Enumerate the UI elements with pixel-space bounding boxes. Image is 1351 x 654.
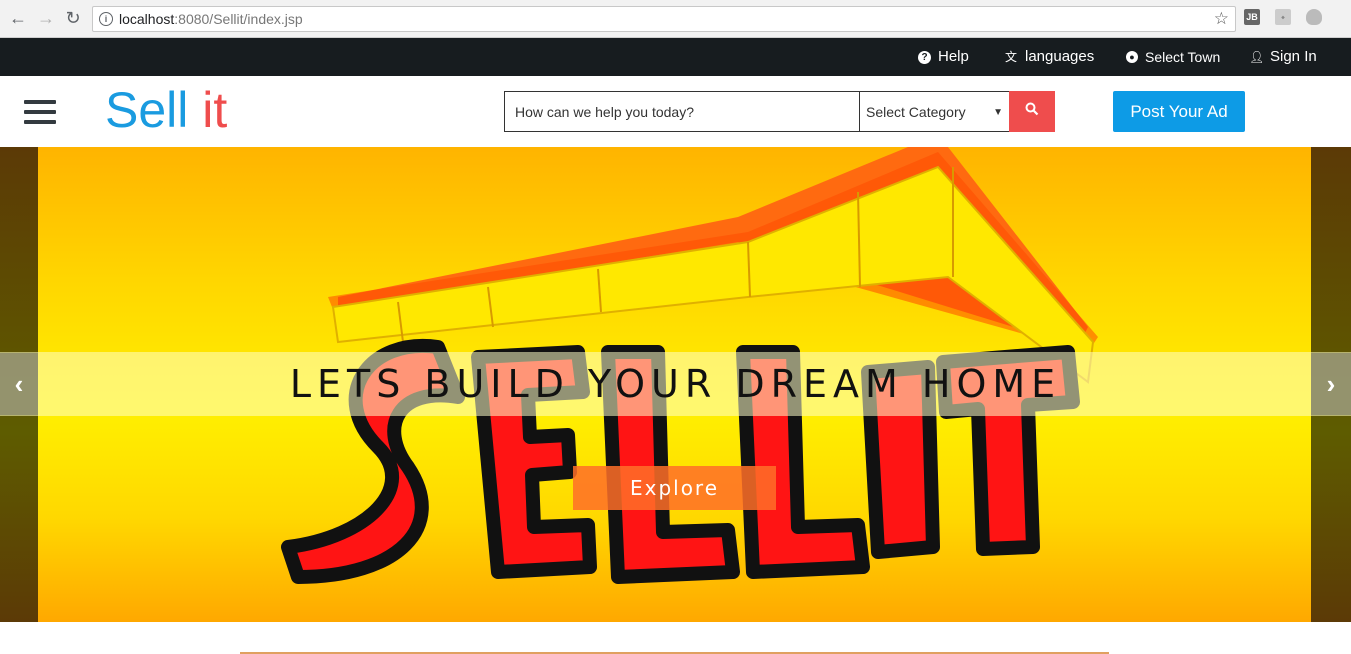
jetbrains-extension-icon[interactable]: JB xyxy=(1244,9,1260,25)
carousel-caption: LETS BUILD YOUR DREAM HOME xyxy=(289,362,1062,406)
site-header: Sell it Select Category ▼ Post Your Ad xyxy=(0,76,1351,147)
search-button[interactable] xyxy=(1009,91,1055,132)
pdf-extension-icon[interactable]: ⬩ xyxy=(1275,9,1291,25)
category-select[interactable]: Select Category ▼ xyxy=(859,91,1010,132)
carousel-next-button[interactable]: › xyxy=(1311,353,1351,415)
sign-in-link[interactable]: 👤︎ Sign In xyxy=(1249,38,1317,76)
back-icon[interactable]: ← xyxy=(8,8,28,28)
languages-label: languages xyxy=(1025,48,1095,65)
url-path: :8080/Sellit/index.jsp xyxy=(174,11,303,27)
hamburger-menu-icon[interactable] xyxy=(24,100,56,126)
category-selected-value: Select Category xyxy=(866,104,966,120)
help-icon: ? xyxy=(918,50,931,64)
site-logo[interactable]: Sell it xyxy=(105,82,227,138)
top-utility-bar: ? Help 文 languages ● Select Town 👤︎ Sign… xyxy=(0,38,1351,76)
user-icon: 👤︎ xyxy=(1249,50,1265,64)
post-your-ad-button[interactable]: Post Your Ad xyxy=(1113,91,1245,132)
url-text[interactable]: localhost:8080/Sellit/index.jsp xyxy=(119,11,303,27)
browser-toolbar: ← → ↻ i localhost:8080/Sellit/index.jsp … xyxy=(0,0,1351,38)
languages-link[interactable]: 文 languages xyxy=(1004,38,1094,76)
url-host: localhost xyxy=(119,11,175,27)
search-input[interactable] xyxy=(504,91,860,132)
hero-carousel: LETS BUILD YOUR DREAM HOME Explore ‹ › xyxy=(0,147,1351,622)
language-icon: 文 xyxy=(1004,50,1017,64)
select-town-label: Select Town xyxy=(1145,49,1221,65)
explore-button[interactable]: Explore xyxy=(573,466,776,510)
dropdown-arrow-icon: ▼ xyxy=(993,107,1003,118)
sign-in-label: Sign In xyxy=(1270,48,1317,65)
search-icon xyxy=(1025,102,1039,120)
logo-it: it xyxy=(202,82,228,138)
address-bar[interactable]: i localhost:8080/Sellit/index.jsp ☆ xyxy=(92,6,1236,32)
info-icon[interactable]: i xyxy=(99,12,113,26)
help-label: Help xyxy=(938,48,969,65)
star-icon[interactable]: ☆ xyxy=(1214,9,1229,29)
carousel-prev-button[interactable]: ‹ xyxy=(0,353,38,415)
reload-icon[interactable]: ↻ xyxy=(63,8,83,28)
forward-icon[interactable]: → xyxy=(36,8,56,28)
help-link[interactable]: ? Help xyxy=(918,38,969,76)
select-town-link[interactable]: ● Select Town xyxy=(1126,38,1220,76)
logo-sell: Sell xyxy=(105,82,189,138)
globe-icon: ● xyxy=(1126,51,1138,63)
shield-extension-icon[interactable] xyxy=(1306,9,1322,25)
